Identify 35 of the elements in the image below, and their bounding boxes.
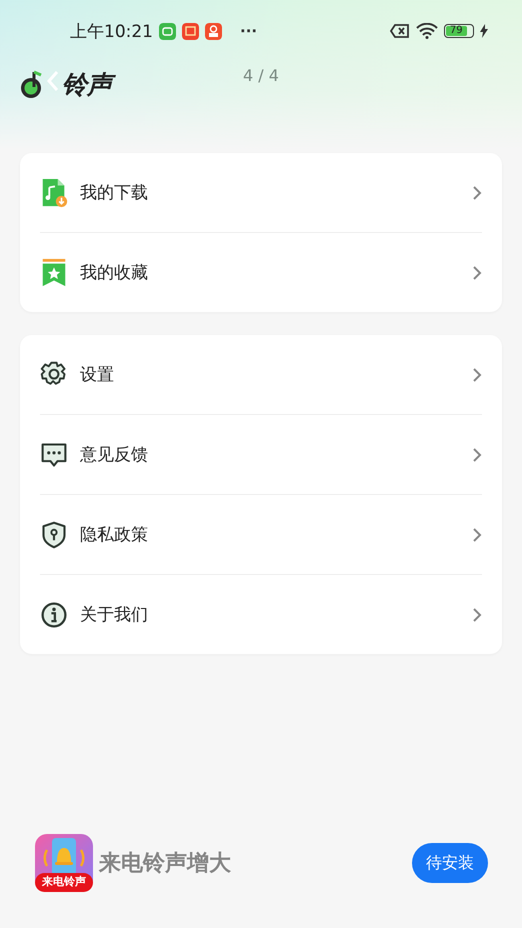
chevron-icon — [472, 366, 482, 382]
status-time: 上午10:21 — [70, 20, 153, 42]
wifi-icon — [416, 23, 438, 39]
menu-item[interactable]: 我的下载 — [40, 153, 482, 233]
menu-label: 隐私政策 — [80, 524, 149, 546]
menu-label: 我的下载 — [80, 182, 149, 204]
notification-icon — [159, 22, 176, 40]
charging-icon — [480, 24, 488, 38]
shield-icon — [40, 520, 68, 550]
info-icon — [40, 600, 68, 630]
page-counter: 4 / 4 — [243, 66, 279, 85]
battery-level: 79 — [450, 26, 463, 36]
chevron-icon — [472, 264, 482, 280]
app-icon-label: 来电铃声 — [35, 873, 93, 892]
menu-label: 我的收藏 — [80, 262, 149, 284]
chevron-icon — [472, 606, 482, 622]
music-file-icon — [40, 178, 68, 208]
menu-label: 关于我们 — [80, 604, 149, 626]
notification-icon — [205, 22, 222, 40]
chevron-icon — [472, 446, 482, 462]
menu-item[interactable]: 我的收藏 — [40, 233, 482, 312]
menu-item[interactable]: 隐私政策 — [40, 495, 482, 575]
menu-label: 意见反馈 — [80, 444, 149, 466]
install-button[interactable]: 待安装 — [412, 843, 488, 883]
bookmark-star-icon — [40, 258, 68, 288]
menu-label: 设置 — [80, 364, 115, 386]
notification-icon — [182, 22, 199, 40]
menu-item[interactable]: 设置 — [40, 335, 482, 415]
chevron-icon — [472, 526, 482, 542]
menu-item[interactable]: 关于我们 — [40, 575, 482, 654]
chevron-icon — [472, 184, 482, 200]
menu-item[interactable]: 意见反馈 — [40, 415, 482, 495]
more-notifications: ··· — [240, 22, 258, 40]
back-icon[interactable] — [46, 70, 60, 92]
app-name: 来电铃声增大 — [99, 850, 232, 878]
